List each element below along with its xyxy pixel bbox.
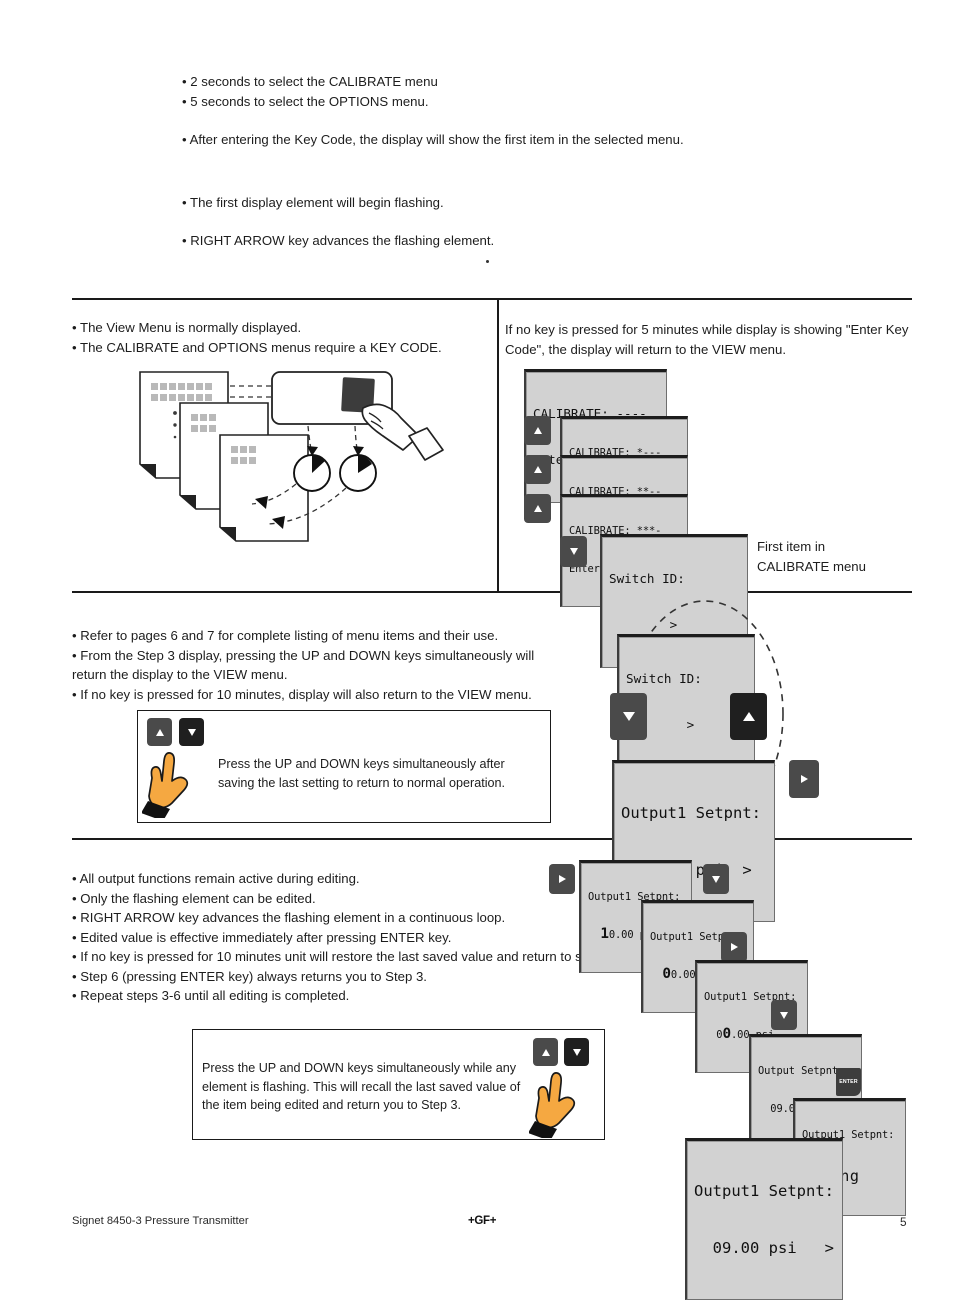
footer-document-title: Signet 8450-3 Pressure Transmitter: [72, 1215, 249, 1227]
enter-key-label: ENTER: [839, 1079, 858, 1085]
note-item: The first display element will begin fla…: [182, 193, 782, 213]
panel1-vertical-divider: [497, 300, 499, 591]
panel3-bullets: All output functions remain active durin…: [72, 869, 667, 1006]
seq-down-arrow-key-2[interactable]: [771, 1000, 797, 1030]
panel2-callout-text: Press the UP and DOWN keys simultaneousl…: [218, 757, 506, 790]
panel1-left-text: The View Menu is normally displayed. The…: [72, 318, 487, 357]
bullet-item: All output functions remain active durin…: [72, 869, 667, 889]
right-arrow-icon: [730, 943, 738, 951]
callout3-down-arrow-key[interactable]: [564, 1038, 589, 1066]
footer-page-number: 5: [900, 1215, 907, 1229]
lcd-flashing-digit: 1: [600, 926, 609, 943]
caption-line-1: First item in: [757, 539, 826, 554]
top-notes-group-d: RIGHT ARROW key advances the flashing el…: [182, 231, 782, 251]
hand-two-fingers-icon: [142, 752, 189, 818]
lcd-line1: Output1 Setpnt:: [694, 1181, 834, 1200]
callout3-up-arrow-key[interactable]: [533, 1038, 558, 1066]
up-arrow-key-2[interactable]: [524, 455, 551, 484]
note-item: RIGHT ARROW key advances the flashing el…: [182, 231, 782, 251]
panel3-callout-text: Press the UP and DOWN keys simultaneousl…: [202, 1061, 521, 1112]
lcd-pre: 0: [704, 1029, 723, 1042]
callout2-down-arrow-key[interactable]: [179, 718, 204, 746]
panel1-left-bullets: The View Menu is normally displayed. The…: [72, 318, 487, 357]
callout2-up-arrow-key[interactable]: [147, 718, 172, 746]
seq-right-arrow-key-2[interactable]: [721, 932, 747, 962]
caption-line-2: CALIBRATE menu: [757, 558, 866, 574]
up-arrow-icon: [742, 712, 755, 721]
up-arrow-key-1[interactable]: [524, 416, 551, 445]
up-arrow-key-3[interactable]: [524, 494, 551, 523]
bullet-item: Repeat steps 3-6 until all editing is co…: [72, 986, 667, 1006]
stray-dot: [486, 260, 489, 263]
note-item: 2 seconds to select the CALIBRATE menu: [182, 72, 782, 92]
lcd-pre: [588, 929, 600, 941]
right-arrow-icon: [800, 775, 808, 783]
down-arrow-icon: [622, 712, 635, 721]
down-arrow-key-1[interactable]: [560, 536, 587, 567]
bullet-item: If no key is pressed for 10 minutes unit…: [72, 947, 667, 967]
loop-right-arrow-key[interactable]: [789, 760, 819, 798]
note-item: After entering the Key Code, the display…: [182, 130, 782, 150]
loop-up-arrow-key[interactable]: [730, 693, 767, 740]
seq-down-arrow-key-1[interactable]: [703, 864, 729, 894]
lcd-flashing-digit: 0: [662, 966, 671, 983]
lcd-line1: Switch ID:: [609, 570, 685, 586]
divider-rule-3: [72, 838, 912, 840]
up-arrow-icon: [155, 728, 164, 736]
bullet-item: The View Menu is normally displayed.: [72, 318, 487, 338]
divider-rule-2: [72, 591, 912, 593]
right-arrow-icon: [558, 875, 566, 883]
top-notes-group-c: The first display element will begin fla…: [182, 193, 782, 213]
down-arrow-icon: [187, 728, 196, 736]
page: 2 seconds to select the CALIBRATE menu 5…: [0, 0, 954, 1300]
bullet-item: Refer to pages 6 and 7 for complete list…: [72, 626, 572, 646]
down-arrow-icon: [572, 1048, 581, 1056]
bullet-item: Edited value is effective immediately af…: [72, 928, 667, 948]
panel2-bullets: Refer to pages 6 and 7 for complete list…: [72, 626, 572, 704]
up-arrow-icon: [533, 427, 542, 434]
lcd-line2: 09.00 psi >: [694, 1238, 834, 1257]
lcd-flashing-digit: 0: [722, 1026, 732, 1043]
lcd-pre: [650, 969, 662, 981]
down-arrow-icon: [712, 875, 720, 883]
lcd-line1: Switch ID:: [626, 670, 702, 686]
note-item: 5 seconds to select the OPTIONS menu.: [182, 92, 782, 112]
down-arrow-icon: [569, 548, 578, 555]
enter-key[interactable]: ENTER: [836, 1068, 861, 1096]
bullet-item: RIGHT ARROW key advances the flashing el…: [72, 908, 667, 928]
hand-two-fingers-icon: [529, 1072, 576, 1138]
bullet-item: The CALIBRATE and OPTIONS menus require …: [72, 338, 487, 358]
menu-navigation-illustration: [139, 371, 444, 542]
top-notes-group-b: After entering the Key Code, the display…: [182, 130, 782, 150]
loop-down-arrow-key[interactable]: [610, 693, 647, 740]
up-arrow-icon: [533, 466, 542, 473]
first-item-caption: First item in CALIBRATE menu: [757, 537, 907, 576]
bullet-item: Step 6 (pressing ENTER key) always retur…: [72, 967, 667, 987]
bullet-item: From the Step 3 display, pressing the UP…: [72, 646, 572, 685]
bullet-item: If no key is pressed for 10 minutes, dis…: [72, 685, 572, 705]
down-arrow-icon: [780, 1011, 788, 1019]
up-arrow-icon: [541, 1048, 550, 1056]
lcd-line1: Output1 Setpnt:: [621, 803, 761, 822]
lcd-seq-step-6-final: Output1 Setpnt: 09.00 psi >: [685, 1138, 843, 1300]
bullet-item: Only the flashing element can be edited.: [72, 889, 667, 909]
footer-brand-logo: +GF+: [468, 1215, 497, 1227]
panel1-right-text: If no key is pressed for 5 minutes while…: [505, 322, 909, 357]
top-notes-group-a: 2 seconds to select the CALIBRATE menu 5…: [182, 72, 782, 111]
divider-rule-1: [72, 298, 912, 300]
seq-right-arrow-key-1[interactable]: [549, 864, 575, 894]
up-arrow-icon: [533, 505, 542, 512]
top-notes-block: 2 seconds to select the CALIBRATE menu 5…: [182, 72, 782, 251]
